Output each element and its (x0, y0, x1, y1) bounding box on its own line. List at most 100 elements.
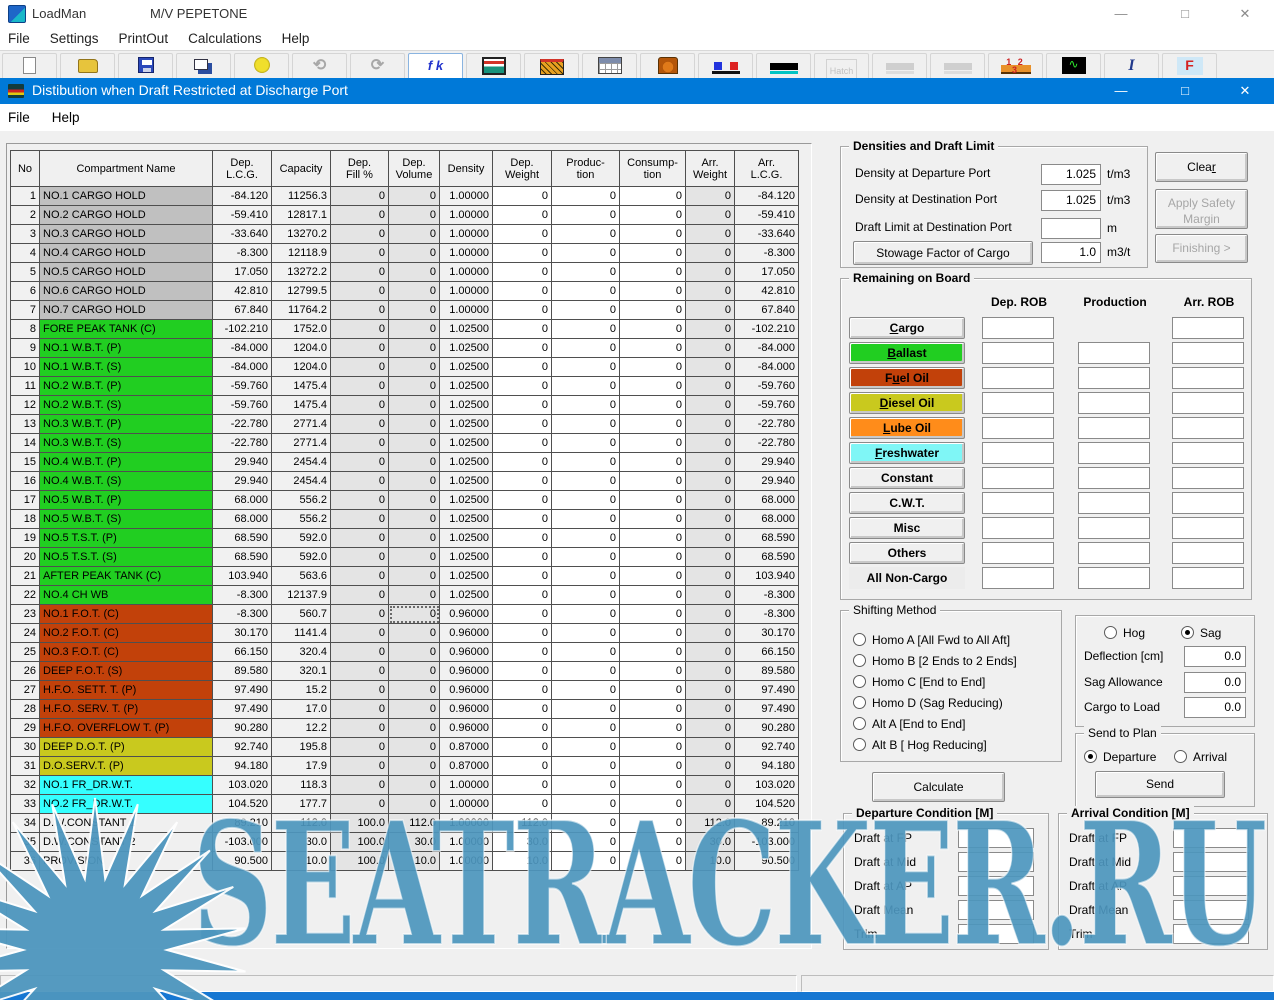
section-button[interactable] (466, 53, 521, 78)
cell[interactable]: 0 (552, 415, 620, 434)
cell[interactable]: 0 (620, 282, 686, 301)
rob-ballast-dep-field[interactable] (982, 342, 1054, 364)
main-minimize-button[interactable]: — (1092, 0, 1150, 28)
cell[interactable]: 0 (552, 795, 620, 814)
cell[interactable]: 0 (552, 567, 620, 586)
cell[interactable]: 0 (620, 453, 686, 472)
dialog-maximize-button[interactable]: □ (1156, 78, 1214, 104)
cell[interactable]: 0 (620, 263, 686, 282)
cell[interactable]: 0 (552, 472, 620, 491)
open-button[interactable] (60, 53, 115, 78)
rob-c-w-t-arr-field[interactable] (1172, 492, 1244, 514)
cell[interactable]: 0 (493, 491, 552, 510)
cargo-to-load-field[interactable]: 0.0 (1184, 697, 1246, 718)
cell[interactable]: 0 (620, 605, 686, 624)
cell[interactable]: 0 (620, 548, 686, 567)
rob-fuel-oil-prod-field[interactable] (1078, 367, 1150, 389)
italic-button[interactable]: I (1104, 53, 1159, 78)
rob-others-button[interactable]: Others (849, 542, 965, 564)
cell[interactable]: 0 (620, 586, 686, 605)
rob-ballast-arr-field[interactable] (1172, 342, 1244, 364)
cell[interactable]: 0 (552, 301, 620, 320)
cell[interactable]: 0 (493, 377, 552, 396)
cell[interactable]: 0 (552, 662, 620, 681)
cell[interactable]: 0 (552, 624, 620, 643)
cell[interactable]: 30.0 (493, 833, 552, 852)
cell[interactable]: 0 (552, 339, 620, 358)
rob-c-w-t-prod-field[interactable] (1078, 492, 1150, 514)
cell[interactable]: 0 (552, 187, 620, 206)
cell[interactable]: 0 (493, 700, 552, 719)
cell[interactable]: 0 (493, 282, 552, 301)
cell[interactable]: 0 (552, 757, 620, 776)
cell[interactable]: 0 (493, 624, 552, 643)
shifting-option-homo-b[interactable]: Homo B [2 Ends to 2 Ends] (853, 652, 1017, 670)
cell[interactable]: 0 (620, 662, 686, 681)
rob-diesel-oil-button[interactable]: Diesel Oil (849, 392, 965, 414)
arrival-radio[interactable]: Arrival (1174, 748, 1227, 766)
cell[interactable]: 0 (552, 358, 620, 377)
rob-lube-oil-button[interactable]: Lube Oil (849, 417, 965, 439)
arrival-draft-at-fp-field[interactable] (1173, 828, 1249, 848)
rob-diesel-oil-dep-field[interactable] (982, 392, 1054, 414)
shifting-option-alt-a[interactable]: Alt A [End to End] (853, 715, 965, 733)
main-close-button[interactable]: ✕ (1216, 0, 1274, 28)
cell[interactable]: 0 (620, 643, 686, 662)
arrival-draft-at-mid-field[interactable] (1173, 852, 1249, 872)
departure-draft-mean-field[interactable] (958, 900, 1034, 920)
sag-radio[interactable]: Sag (1181, 624, 1221, 642)
cell[interactable]: 0 (493, 244, 552, 263)
cell[interactable]: 0 (493, 605, 552, 624)
cell[interactable]: 0 (552, 206, 620, 225)
rob-all-non-cargo-prod-field[interactable] (1078, 567, 1150, 589)
rob-freshwater-arr-field[interactable] (1172, 442, 1244, 464)
rob-all-non-cargo-arr-field[interactable] (1172, 567, 1244, 589)
cell[interactable]: 0 (620, 377, 686, 396)
cell[interactable]: 0 (493, 187, 552, 206)
cell[interactable]: 0 (620, 320, 686, 339)
grid-window-button[interactable] (582, 53, 637, 78)
shifting-option-homo-d[interactable]: Homo D (Sag Reducing) (853, 694, 1003, 712)
hatch-button[interactable]: Hatch (814, 53, 869, 78)
hatch-cover-button[interactable] (524, 53, 579, 78)
cell[interactable]: 0 (552, 548, 620, 567)
cell[interactable]: 0 (552, 377, 620, 396)
send-button[interactable]: Send (1095, 771, 1225, 798)
new-button[interactable] (2, 53, 57, 78)
stowage-factor-of-cargo-button[interactable]: Stowage Factor of Cargo (853, 241, 1033, 265)
sag-allowance-field[interactable]: 0.0 (1184, 672, 1246, 693)
departure-draft-at-mid-field[interactable] (958, 852, 1034, 872)
cell[interactable]: 0 (620, 624, 686, 643)
main-maximize-button[interactable]: □ (1156, 0, 1214, 28)
cell[interactable]: 0 (552, 453, 620, 472)
cell[interactable]: 0 (620, 738, 686, 757)
cell[interactable]: 0 (493, 206, 552, 225)
arrival-draft-at-ap-field[interactable] (1173, 876, 1249, 896)
cell[interactable]: 0 (552, 681, 620, 700)
rob-cargo-arr-field[interactable] (1172, 317, 1244, 339)
draft-marks-button[interactable]: f k (408, 53, 463, 78)
cell[interactable]: 0 (620, 757, 686, 776)
cell[interactable]: 0 (552, 833, 620, 852)
undo-button[interactable]: ⟲ (292, 53, 347, 78)
cell[interactable]: 0 (493, 358, 552, 377)
arrival-trim-field[interactable] (1173, 924, 1249, 944)
cell[interactable]: 0 (493, 757, 552, 776)
cell[interactable]: 0 (493, 434, 552, 453)
copy-button[interactable] (176, 53, 231, 78)
cell[interactable]: 0 (620, 301, 686, 320)
rob-c-w-t-button[interactable]: C.W.T. (849, 492, 965, 514)
rob-constant-button[interactable]: Constant (849, 467, 965, 489)
cell[interactable]: 0 (620, 358, 686, 377)
rob-lube-oil-prod-field[interactable] (1078, 417, 1150, 439)
cell[interactable]: 10.0 (493, 852, 552, 871)
main-menu-help[interactable]: Help (282, 28, 310, 50)
cell[interactable]: 112.0 (493, 814, 552, 833)
main-menu-file[interactable]: File (8, 28, 30, 50)
rob-c-w-t-dep-field[interactable] (982, 492, 1054, 514)
cell[interactable]: 0 (620, 510, 686, 529)
cell[interactable]: 0 (493, 339, 552, 358)
cell[interactable]: 0 (493, 776, 552, 795)
deflection-cm-field[interactable]: 0.0 (1184, 646, 1246, 667)
cell[interactable]: 0 (552, 719, 620, 738)
